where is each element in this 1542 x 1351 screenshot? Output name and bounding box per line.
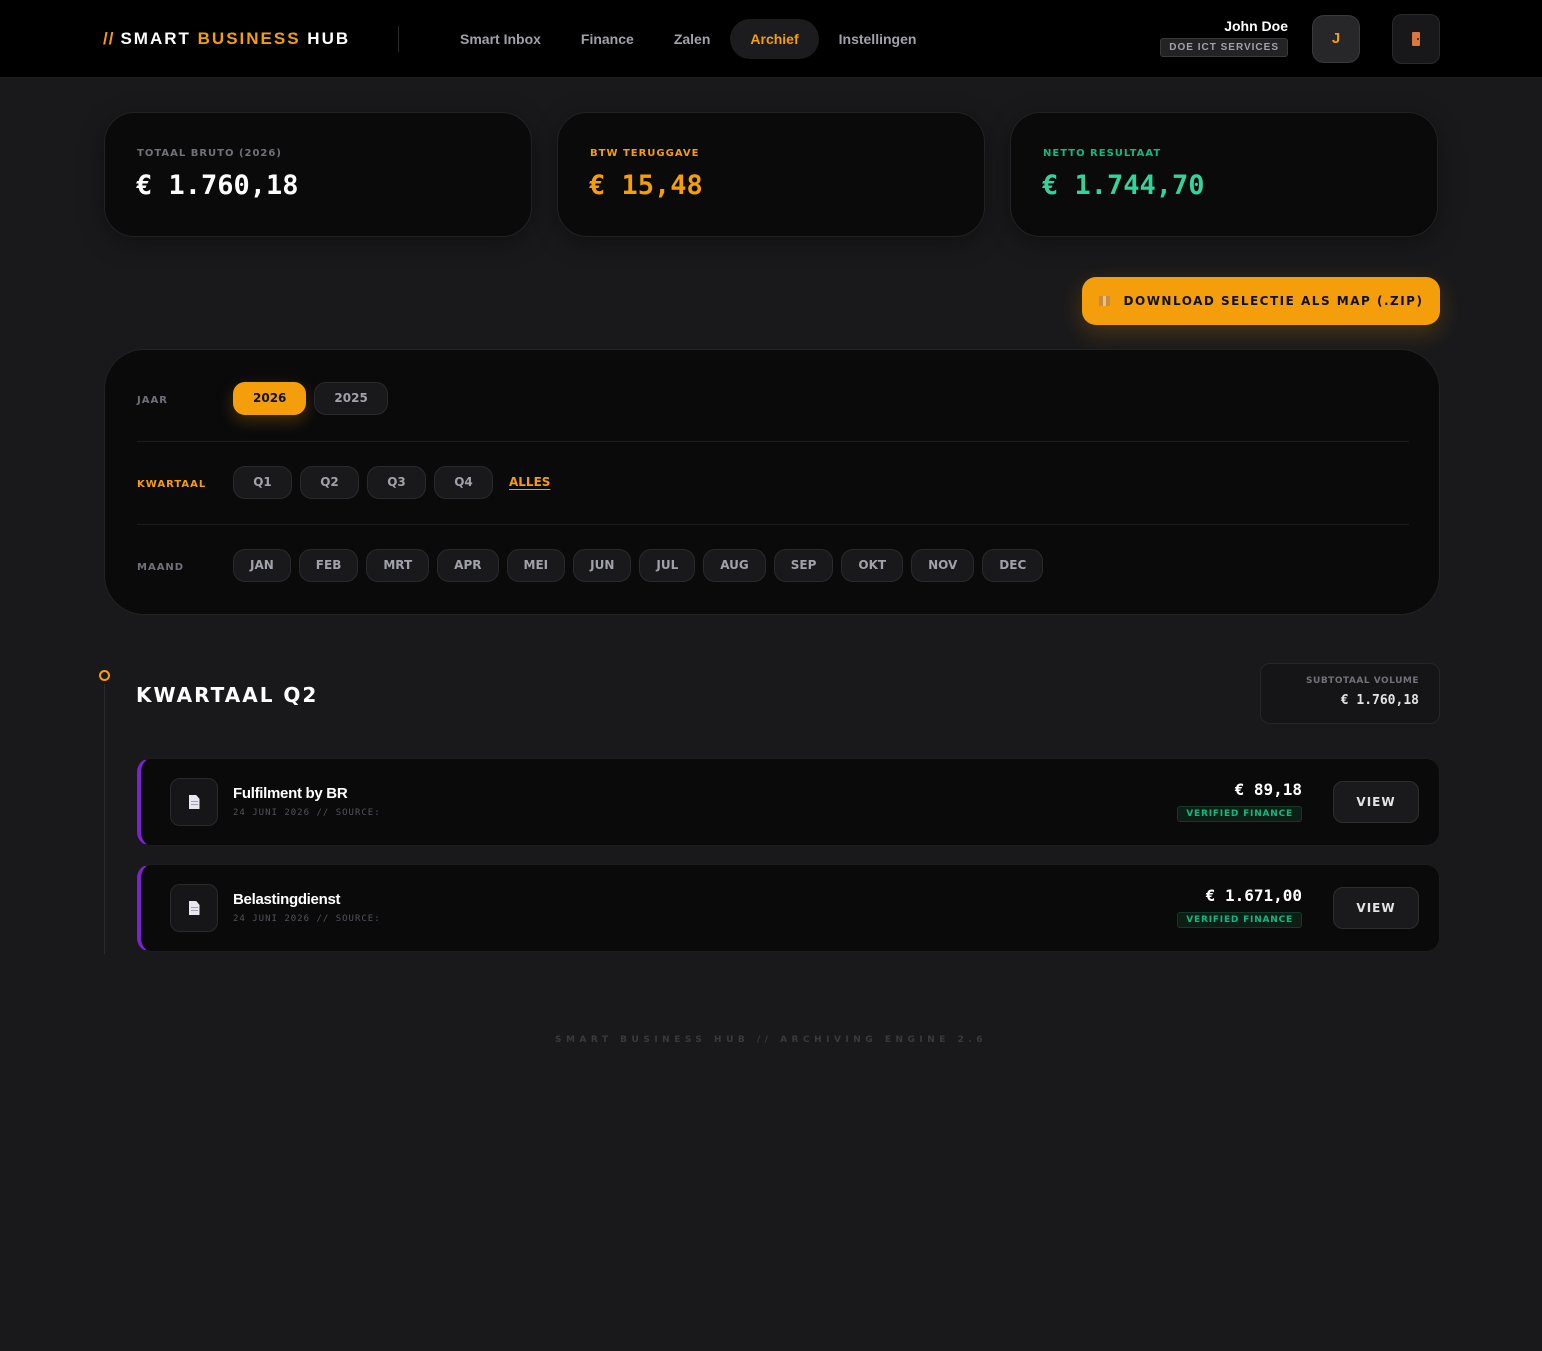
chip-month-nov[interactable]: NOV bbox=[911, 549, 975, 582]
logo-slashes: // bbox=[103, 29, 115, 48]
document-meta: 24 JUNI 2026 // SOURCE: bbox=[233, 808, 381, 818]
filter-row-month: MAAND JAN FEB MRT APR MEI JUN JUL AUG SE… bbox=[137, 524, 1409, 607]
filter-label-quarter: KWARTAAL bbox=[137, 479, 207, 490]
timeline-dot bbox=[99, 670, 110, 681]
app-logo[interactable]: // SMART BUSINESS HUB bbox=[103, 29, 350, 49]
document-amount: € 89,18 bbox=[1234, 780, 1302, 799]
timeline-line bbox=[104, 684, 105, 954]
document-icon-box bbox=[170, 778, 218, 826]
chip-month-mei[interactable]: MEI bbox=[506, 549, 566, 582]
document-row[interactable]: Belastingdienst 24 JUNI 2026 // SOURCE: … bbox=[137, 864, 1440, 952]
logo-word-hub: HUB bbox=[307, 29, 351, 48]
subtotal-value: € 1.760,18 bbox=[1340, 693, 1419, 708]
main-nav: Smart Inbox Finance Zalen Archief Instel… bbox=[440, 19, 936, 59]
year-chips: 2026 2025 bbox=[233, 382, 388, 415]
verified-badge: VERIFIED FINANCE bbox=[1177, 912, 1302, 928]
stat-card-vat-refund: BTW TERUGGAVE € 15,48 bbox=[557, 112, 985, 237]
stat-label: NETTO RESULTAAT bbox=[1043, 148, 1162, 159]
chip-quarter-q3[interactable]: Q3 bbox=[367, 466, 426, 499]
file-icon bbox=[188, 901, 200, 915]
user-name: John Doe bbox=[1224, 18, 1288, 34]
chip-month-mrt[interactable]: MRT bbox=[366, 549, 430, 582]
chip-year-2025[interactable]: 2025 bbox=[314, 382, 388, 415]
chip-year-2026[interactable]: 2026 bbox=[233, 382, 307, 415]
chip-quarter-q1[interactable]: Q1 bbox=[233, 466, 292, 499]
filter-label-year: JAAR bbox=[137, 395, 168, 406]
view-button[interactable]: VIEW bbox=[1333, 887, 1419, 929]
chip-quarter-q2[interactable]: Q2 bbox=[300, 466, 359, 499]
nav-zalen[interactable]: Zalen bbox=[654, 19, 731, 59]
document-row[interactable]: Fulfilment by BR 24 JUNI 2026 // SOURCE:… bbox=[137, 758, 1440, 846]
logo-word-smart: SMART bbox=[120, 29, 191, 48]
verified-badge: VERIFIED FINANCE bbox=[1177, 806, 1302, 822]
chip-month-apr[interactable]: APR bbox=[437, 549, 499, 582]
user-info: John Doe DOE ICT SERVICES bbox=[1160, 18, 1288, 57]
chip-month-sep[interactable]: SEP bbox=[773, 549, 834, 582]
nav-smart-inbox[interactable]: Smart Inbox bbox=[440, 19, 561, 59]
month-chips: JAN FEB MRT APR MEI JUN JUL AUG SEP OKT … bbox=[233, 549, 1044, 582]
nav-instellingen[interactable]: Instellingen bbox=[819, 19, 937, 59]
document-meta: 24 JUNI 2026 // SOURCE: bbox=[233, 914, 381, 924]
package-icon bbox=[1098, 296, 1110, 306]
document-name: Fulfilment by BR bbox=[233, 785, 348, 802]
view-button[interactable]: VIEW bbox=[1333, 781, 1419, 823]
stat-value: € 1.744,70 bbox=[1042, 170, 1205, 201]
stat-value: € 1.760,18 bbox=[136, 170, 299, 201]
stat-label: TOTAAL BRUTO (2026) bbox=[137, 148, 282, 159]
door-icon bbox=[1412, 32, 1420, 46]
user-avatar[interactable]: J bbox=[1312, 15, 1360, 63]
document-amount: € 1.671,00 bbox=[1205, 886, 1302, 905]
filter-row-year: JAAR 2026 2025 bbox=[137, 350, 1409, 433]
user-company-badge: DOE ICT SERVICES bbox=[1160, 38, 1288, 57]
chip-month-okt[interactable]: OKT bbox=[841, 549, 904, 582]
header-divider bbox=[398, 26, 399, 52]
filter-row-quarter: KWARTAAL Q1 Q2 Q3 Q4 ALLES bbox=[137, 441, 1409, 524]
logo-word-business: BUSINESS bbox=[197, 29, 301, 48]
chip-month-feb[interactable]: FEB bbox=[298, 549, 359, 582]
stat-card-total-gross: TOTAAL BRUTO (2026) € 1.760,18 bbox=[104, 112, 532, 237]
subtotal-label: SUBTOTAAL VOLUME bbox=[1306, 676, 1419, 686]
document-name: Belastingdienst bbox=[233, 891, 341, 908]
nav-finance[interactable]: Finance bbox=[561, 19, 654, 59]
filter-label-month: MAAND bbox=[137, 562, 185, 573]
filter-panel: JAAR 2026 2025 KWARTAAL Q1 Q2 Q3 Q4 ALLE… bbox=[104, 349, 1440, 615]
download-label: DOWNLOAD SELECTIE ALS MAP (.ZIP) bbox=[1123, 294, 1424, 308]
subtotal-box: SUBTOTAAL VOLUME € 1.760,18 bbox=[1260, 663, 1440, 724]
stat-value: € 15,48 bbox=[589, 170, 703, 201]
document-icon-box bbox=[170, 884, 218, 932]
footer-text: SMART BUSINESS HUB // ARCHIVING ENGINE 2… bbox=[554, 1035, 988, 1045]
file-icon bbox=[188, 795, 200, 809]
stat-label: BTW TERUGGAVE bbox=[590, 148, 700, 159]
chip-month-jul[interactable]: JUL bbox=[639, 549, 696, 582]
quarter-title: KWARTAAL Q2 bbox=[136, 683, 319, 707]
quarter-all-link[interactable]: ALLES bbox=[509, 466, 550, 499]
chip-month-aug[interactable]: AUG bbox=[703, 549, 766, 582]
top-header: // SMART BUSINESS HUB Smart Inbox Finance… bbox=[0, 0, 1542, 78]
logout-button[interactable] bbox=[1392, 14, 1440, 64]
chip-month-jan[interactable]: JAN bbox=[233, 549, 291, 582]
chip-quarter-q4[interactable]: Q4 bbox=[434, 466, 493, 499]
chip-month-dec[interactable]: DEC bbox=[982, 549, 1044, 582]
nav-archief[interactable]: Archief bbox=[730, 19, 819, 59]
stat-card-net-result: NETTO RESULTAAT € 1.744,70 bbox=[1010, 112, 1438, 237]
download-zip-button[interactable]: DOWNLOAD SELECTIE ALS MAP (.ZIP) bbox=[1082, 277, 1440, 325]
chip-month-jun[interactable]: JUN bbox=[573, 549, 632, 582]
quarter-chips: Q1 Q2 Q3 Q4 ALLES bbox=[233, 466, 550, 499]
